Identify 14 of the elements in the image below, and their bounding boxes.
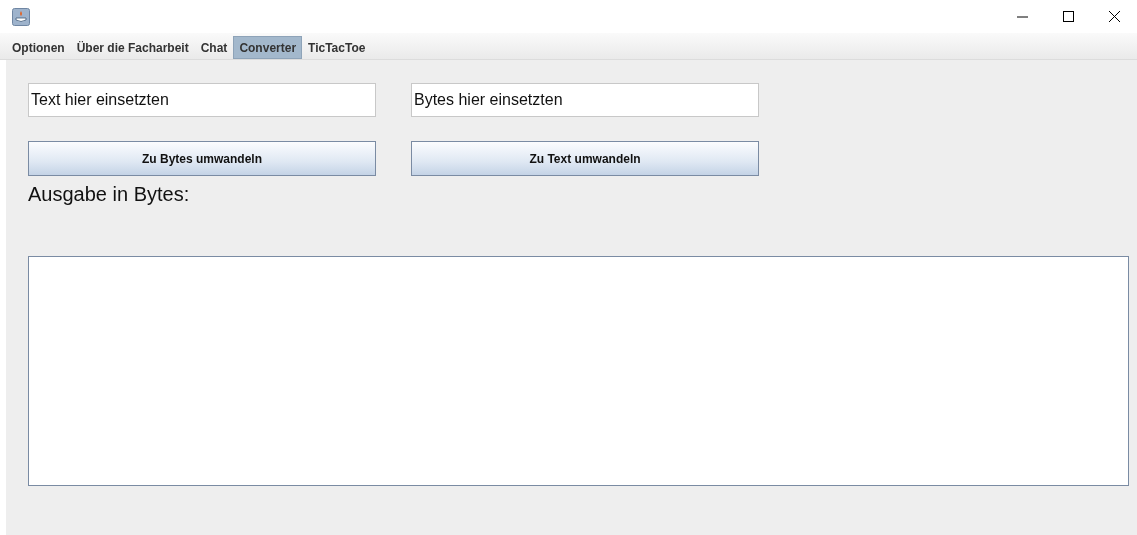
menu-item[interactable]: TicTacToe xyxy=(302,36,372,59)
text-input-field[interactable]: Text hier einsetzten xyxy=(28,83,376,117)
menu-item[interactable]: Optionen xyxy=(6,36,71,59)
menu-item[interactable]: Chat xyxy=(194,36,234,59)
bytes-input-field[interactable]: Bytes hier einsetzten xyxy=(411,83,759,117)
java-app-icon xyxy=(12,7,30,26)
convert-button[interactable]: Zu Bytes umwandeln xyxy=(28,141,376,176)
maximize-icon xyxy=(1062,11,1074,22)
menu-item[interactable]: Über die Facharbeit xyxy=(70,36,195,59)
convert-button[interactable]: Zu Text umwandeln xyxy=(411,141,759,176)
output-label: Ausgabe in Bytes: xyxy=(28,183,191,206)
menu-item[interactable]: Converter xyxy=(233,36,303,59)
output-text-area[interactable] xyxy=(28,256,1129,486)
close-icon xyxy=(1108,11,1120,22)
